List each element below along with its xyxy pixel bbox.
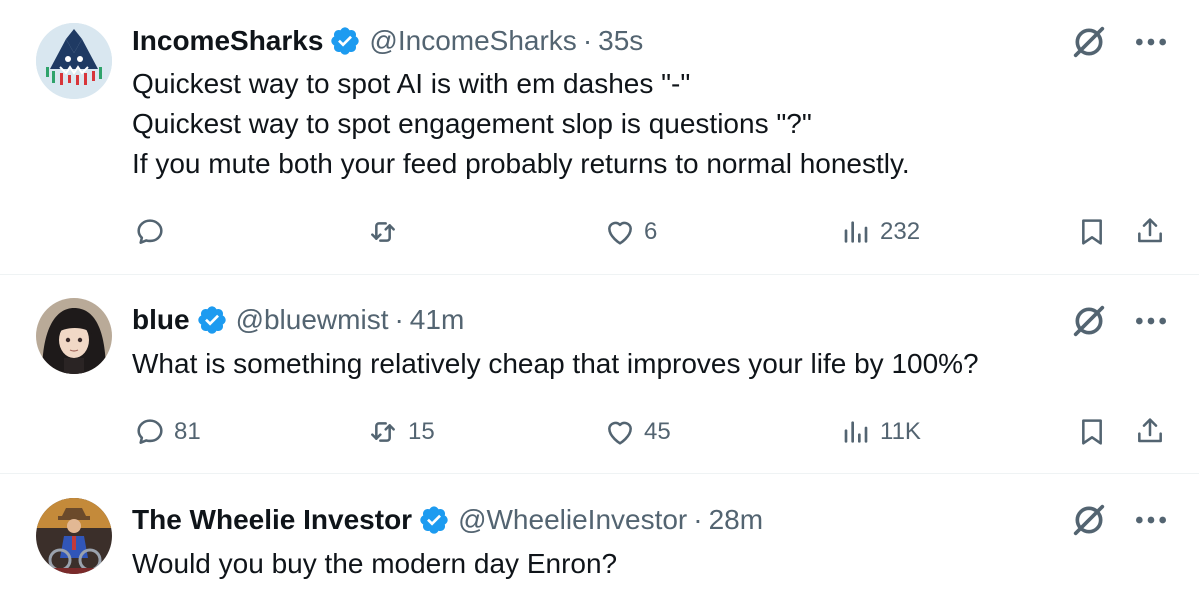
tweet-text-line: Would you buy the modern day Enron?: [132, 548, 618, 579]
like-button[interactable]: 45: [604, 416, 671, 448]
separator-dot: ·: [394, 304, 404, 335]
bookmark-icon: [1076, 216, 1108, 248]
repost-icon: [366, 216, 400, 248]
share-icon: [1134, 214, 1166, 248]
bookmark-icon: [1076, 416, 1108, 448]
bookmark-button[interactable]: [1076, 416, 1108, 448]
timestamp[interactable]: 35s: [598, 24, 643, 58]
tweet-text-line: If you mute both your feed probably retu…: [132, 148, 910, 179]
tweet-wheelieinvestor[interactable]: The Wheelie Investor @WheelieInvestor · …: [0, 474, 1199, 611]
avatar-wheelieinvestor[interactable]: [36, 498, 112, 574]
tweet-header: IncomeSharks @IncomeSharks · 35s: [132, 24, 643, 58]
reply-count: 81: [174, 418, 201, 445]
grok-icon[interactable]: [1069, 22, 1109, 62]
timeline-feed: IncomeSharks @IncomeSharks · 35s Quickes…: [0, 0, 1199, 611]
repost-button[interactable]: [366, 216, 408, 248]
more-options-icon[interactable]: [1131, 22, 1171, 62]
tweet-header: blue @bluewmist · 41m: [132, 303, 464, 337]
investor-illustration-avatar: [36, 498, 112, 574]
timestamp[interactable]: 28m: [709, 503, 763, 537]
tweet-text: What is something relatively cheap that …: [132, 344, 979, 384]
more-options-icon[interactable]: [1131, 301, 1171, 341]
user-handle[interactable]: @bluewmist: [236, 303, 389, 337]
more-options-icon[interactable]: [1131, 500, 1171, 540]
view-count: 232: [880, 218, 921, 245]
share-button[interactable]: [1134, 214, 1166, 248]
grok-icon[interactable]: [1069, 500, 1109, 540]
views-button[interactable]: 232: [840, 216, 920, 248]
verified-badge-icon: [329, 25, 361, 57]
tweet-text: Would you buy the modern day Enron?: [132, 544, 617, 584]
like-count: 6: [644, 218, 658, 245]
views-icon: [840, 216, 872, 248]
tweet-bluewmist[interactable]: blue @bluewmist · 41m What is something …: [0, 275, 1199, 473]
separator-dot: ·: [693, 504, 703, 535]
repost-count: 15: [408, 418, 435, 445]
bookmark-button[interactable]: [1076, 216, 1108, 248]
display-name[interactable]: IncomeSharks: [132, 24, 323, 58]
reply-button[interactable]: 81: [134, 416, 201, 448]
avatar-incomesharks[interactable]: [36, 23, 112, 99]
share-icon: [1134, 414, 1166, 448]
tweet-text-line: Quickest way to spot AI is with em dashe…: [132, 68, 691, 99]
display-name[interactable]: blue: [132, 303, 190, 337]
reply-icon: [134, 416, 166, 448]
tweet-text: Quickest way to spot AI is with em dashe…: [132, 64, 910, 184]
reply-icon: [134, 216, 166, 248]
grok-icon[interactable]: [1069, 301, 1109, 341]
views-icon: [840, 416, 872, 448]
reply-button[interactable]: [134, 216, 174, 248]
like-count: 45: [644, 418, 671, 445]
like-icon: [604, 416, 636, 448]
repost-icon: [366, 416, 400, 448]
avatar-bluewmist[interactable]: [36, 298, 112, 374]
anime-portrait-avatar: [36, 298, 112, 374]
tweet-text-line: What is something relatively cheap that …: [132, 348, 979, 379]
view-count: 11K: [880, 418, 921, 445]
tweet-incomesharks[interactable]: IncomeSharks @IncomeSharks · 35s Quickes…: [0, 0, 1199, 274]
display-name[interactable]: The Wheelie Investor: [132, 503, 412, 537]
share-button[interactable]: [1134, 414, 1166, 448]
views-button[interactable]: 11K: [840, 416, 921, 448]
like-icon: [604, 216, 636, 248]
tweet-header: The Wheelie Investor @WheelieInvestor · …: [132, 503, 763, 537]
timestamp[interactable]: 41m: [410, 303, 464, 337]
like-button[interactable]: 6: [604, 216, 657, 248]
shark-logo-avatar: [36, 23, 112, 99]
verified-badge-icon: [418, 504, 450, 536]
verified-badge-icon: [196, 304, 228, 336]
repost-button[interactable]: 15: [366, 416, 435, 448]
separator-dot: ·: [582, 25, 593, 56]
user-handle[interactable]: @WheelieInvestor: [458, 503, 687, 537]
tweet-text-line: Quickest way to spot engagement slop is …: [132, 108, 812, 139]
user-handle[interactable]: @IncomeSharks: [369, 24, 576, 58]
